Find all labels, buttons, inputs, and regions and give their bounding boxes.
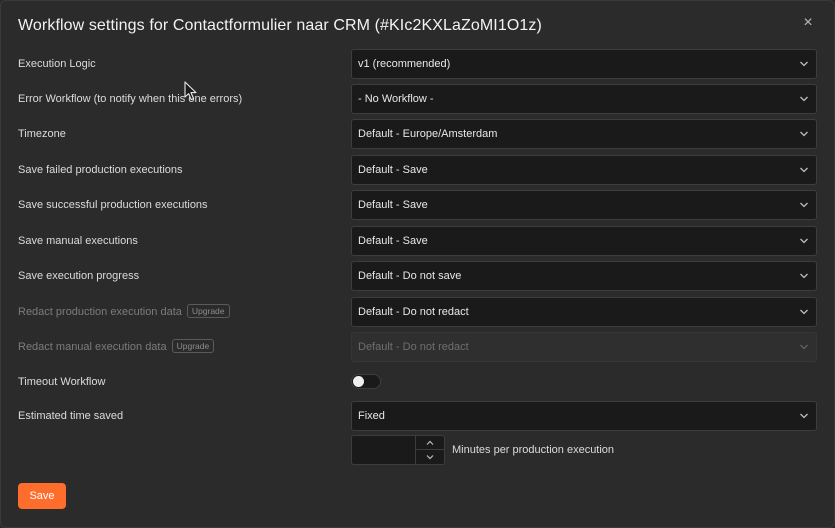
- error-workflow-label: Error Workflow (to notify when this one …: [18, 93, 243, 105]
- minutes-suffix-label: Minutes per production execution: [452, 444, 615, 456]
- redact-manual-value: Default - Do not redact: [358, 341, 469, 353]
- setting-row-error-workflow: Error Workflow (to notify when this one …: [1, 84, 835, 114]
- execution-logic-value: v1 (recommended): [358, 58, 451, 70]
- setting-row-execution-logic: Execution Logic v1 (recommended): [1, 49, 835, 79]
- save-successful-select[interactable]: Default - Save: [351, 190, 817, 220]
- timezone-select[interactable]: Default - Europe/Amsterdam: [351, 119, 817, 149]
- chevron-down-icon: [426, 455, 434, 460]
- time-saved-select[interactable]: Fixed: [351, 401, 817, 431]
- setting-row-save-manual: Save manual executions Default - Save: [1, 226, 835, 256]
- timeout-workflow-toggle[interactable]: [351, 374, 381, 389]
- chevron-down-icon: [800, 413, 808, 419]
- save-button[interactable]: Save: [18, 483, 66, 509]
- setting-row-save-progress: Save execution progress Default - Do not…: [1, 261, 835, 291]
- timeout-workflow-label: Timeout Workflow: [18, 376, 106, 388]
- save-failed-label: Save failed production executions: [18, 164, 183, 176]
- dialog-title: Workflow settings for Contactformulier n…: [18, 17, 542, 34]
- save-manual-label: Save manual executions: [18, 235, 138, 247]
- chevron-down-icon: [800, 273, 808, 279]
- chevron-down-icon: [800, 309, 808, 315]
- redact-production-value: Default - Do not redact: [358, 306, 469, 318]
- redact-production-label: Redact production execution data Upgrade: [18, 297, 230, 327]
- toggle-knob: [353, 376, 364, 387]
- setting-row-time-saved: Estimated time saved Fixed: [1, 401, 835, 431]
- chevron-down-icon: [800, 96, 808, 102]
- setting-row-save-successful: Save successful production executions De…: [1, 190, 835, 220]
- save-failed-value: Default - Save: [358, 164, 428, 176]
- setting-row-timezone: Timezone Default - Europe/Amsterdam: [1, 119, 835, 149]
- save-progress-value: Default - Do not save: [358, 270, 462, 282]
- setting-row-save-failed: Save failed production executions Defaul…: [1, 155, 835, 185]
- redact-manual-label: Redact manual execution data Upgrade: [18, 332, 215, 362]
- chevron-down-icon: [800, 61, 808, 67]
- upgrade-badge[interactable]: Upgrade: [186, 304, 230, 319]
- upgrade-badge[interactable]: Upgrade: [171, 339, 215, 354]
- setting-row-timeout: Timeout Workflow: [1, 367, 835, 397]
- timezone-label: Timezone: [18, 128, 66, 140]
- error-workflow-value: - No Workflow -: [358, 93, 434, 105]
- chevron-down-icon: [800, 167, 808, 173]
- setting-row-redact-production: Redact production execution data Upgrade …: [1, 297, 835, 327]
- time-saved-value: Fixed: [358, 410, 385, 422]
- redact-production-select[interactable]: Default - Do not redact: [351, 297, 817, 327]
- mouse-pointer-icon: [184, 81, 197, 101]
- save-progress-select[interactable]: Default - Do not save: [351, 261, 817, 291]
- chevron-down-icon: [800, 344, 808, 350]
- close-icon[interactable]: ×: [800, 15, 816, 31]
- timezone-value: Default - Europe/Amsterdam: [358, 128, 498, 140]
- execution-logic-select[interactable]: v1 (recommended): [351, 49, 817, 79]
- save-successful-value: Default - Save: [358, 199, 428, 211]
- save-progress-label: Save execution progress: [18, 270, 140, 282]
- chevron-down-icon: [800, 238, 808, 244]
- execution-logic-label: Execution Logic: [18, 58, 96, 70]
- chevron-down-icon: [800, 131, 808, 137]
- minutes-stepper: [415, 436, 444, 464]
- save-manual-select[interactable]: Default - Save: [351, 226, 817, 256]
- error-workflow-select[interactable]: - No Workflow -: [351, 84, 817, 114]
- increment-button[interactable]: [416, 436, 444, 450]
- setting-row-redact-manual: Redact manual execution data Upgrade Defa…: [1, 332, 835, 362]
- redact-production-label-text: Redact production execution data: [18, 306, 182, 318]
- workflow-settings-dialog: Workflow settings for Contactformulier n…: [0, 0, 835, 528]
- save-failed-select[interactable]: Default - Save: [351, 155, 817, 185]
- decrement-button[interactable]: [416, 450, 444, 464]
- minutes-number-input: [351, 435, 445, 466]
- save-manual-value: Default - Save: [358, 235, 428, 247]
- chevron-up-icon: [426, 440, 434, 445]
- minutes-field[interactable]: [352, 436, 424, 466]
- chevron-down-icon: [800, 202, 808, 208]
- redact-manual-label-text: Redact manual execution data: [18, 341, 167, 353]
- redact-manual-select: Default - Do not redact: [351, 332, 817, 362]
- time-saved-label: Estimated time saved: [18, 410, 124, 422]
- save-successful-label: Save successful production executions: [18, 199, 208, 211]
